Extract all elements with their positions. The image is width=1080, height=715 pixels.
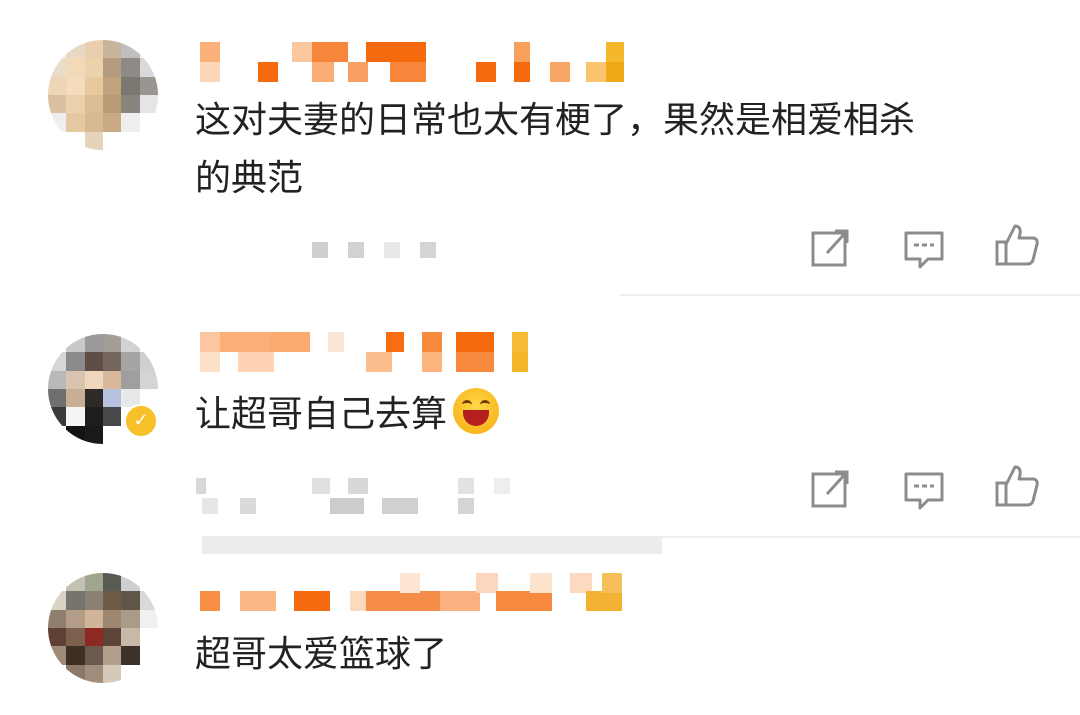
username[interactable] <box>200 332 540 372</box>
thumbs-up-icon <box>995 224 1039 266</box>
username[interactable] <box>200 573 630 613</box>
verified-badge-icon: ✓ <box>124 404 158 438</box>
comment-meta <box>196 478 516 514</box>
divider <box>662 536 1080 538</box>
comment-meta <box>312 242 442 266</box>
share-button[interactable] <box>807 466 855 512</box>
comment-text: 让超哥自己去算 <box>195 386 1025 444</box>
laughing-emoji-icon <box>453 388 500 434</box>
thumbs-up-icon <box>995 465 1039 507</box>
avatar[interactable] <box>48 40 158 150</box>
comment-item: 超哥太爱篮球了 <box>0 551 1080 715</box>
reply-button[interactable] <box>900 225 948 271</box>
reply-button[interactable] <box>900 466 948 512</box>
like-button[interactable] <box>993 463 1041 509</box>
share-button[interactable] <box>807 225 855 271</box>
avatar[interactable] <box>48 573 158 683</box>
comment-text: 超哥太爱篮球了 <box>195 634 448 675</box>
comment-icon <box>904 472 944 510</box>
avatar-pixelated-image <box>48 40 158 150</box>
like-button[interactable] <box>993 222 1041 268</box>
avatar-pixelated-image <box>48 573 158 683</box>
comment-text: 这对夫妻的日常也太有梗了，果然是相爱相杀 的典范 <box>195 100 916 199</box>
share-icon <box>811 229 849 267</box>
username[interactable] <box>200 42 630 82</box>
share-icon <box>811 470 849 508</box>
comment-icon <box>904 231 944 269</box>
comment-item: 这对夫妻的日常也太有梗了，果然是相爱相杀 的典范 <box>0 0 1080 295</box>
comment-item: ✓ 让超哥自己去算 <box>0 296 1080 550</box>
